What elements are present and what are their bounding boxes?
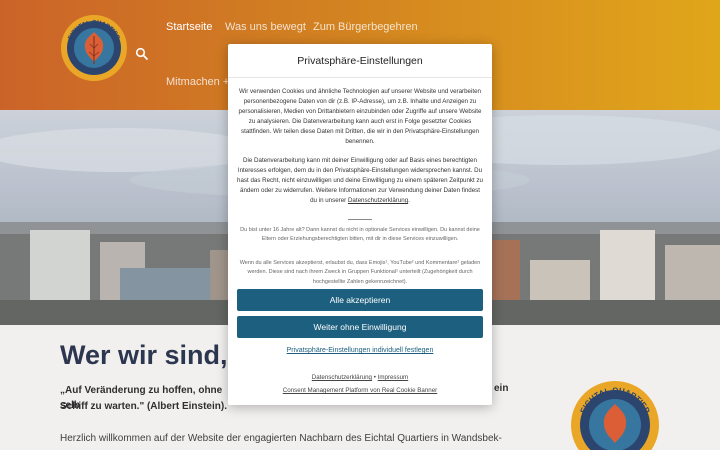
footer-privacy-link[interactable]: Datenschutzerklärung <box>312 374 372 381</box>
dialog-footer-links: Datenschutzerklärung • Impressum <box>228 374 492 381</box>
privacy-settings-dialog: Privatsphäre-Einstellungen Wir verwenden… <box>228 44 492 405</box>
services-notice: Wenn du alle Services akzeptierst, erlau… <box>239 260 481 285</box>
consent-description: Wir verwenden Cookies und ähnliche Techn… <box>238 88 482 145</box>
section-divider <box>348 219 372 220</box>
legal-basis-period: . <box>408 197 410 204</box>
privacy-policy-inline-link[interactable]: Datenschutzerklärung <box>348 197 408 204</box>
accept-all-button[interactable]: Alle akzeptieren <box>237 289 483 311</box>
customize-privacy-link[interactable]: Privatsphäre-Einstellungen individuell f… <box>228 347 492 354</box>
consent-platform-credit-link[interactable]: Consent Management Platform von Real Coo… <box>228 387 492 394</box>
age-notice: Du bist unter 16 Jahre alt? Dann kannst … <box>240 227 480 243</box>
consent-legal-basis: Die Datenverarbeitung kann mit deiner Ei… <box>237 156 483 206</box>
footer-imprint-link[interactable]: Impressum <box>378 374 409 381</box>
dialog-divider <box>228 77 492 78</box>
dialog-title: Privatsphäre-Einstellungen <box>297 55 423 67</box>
continue-without-consent-button[interactable]: Weiter ohne Einwilligung <box>237 316 483 338</box>
footer-separator: • <box>373 374 376 381</box>
